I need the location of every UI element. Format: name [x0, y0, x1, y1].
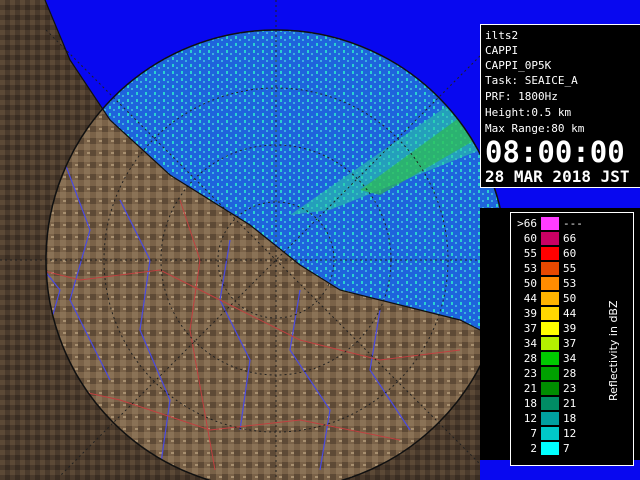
legend-low-value: 60	[523, 232, 537, 245]
legend-swatch	[541, 292, 559, 305]
legend-swatch	[541, 217, 559, 230]
legend-high-value: 66	[563, 232, 577, 245]
legend-high-value: ---	[563, 217, 583, 230]
date-display: 28 MAR 2018 JST	[485, 167, 630, 186]
legend-low-value: 50	[523, 277, 537, 290]
legend-low-value: 18	[523, 397, 537, 410]
range-label: Max Range:80 km	[485, 122, 585, 135]
legend-swatch	[541, 277, 559, 290]
prf-label: PRF: 1800Hz	[485, 90, 558, 103]
legend-swatch	[541, 337, 559, 350]
legend-panel: >66 --- 60 66 55 60 53 55 50 53 44 50 39 44 37 39 34 37 28…	[480, 208, 640, 466]
legend-swatch	[541, 382, 559, 395]
legend-title: Reflectivity in dBZ	[607, 300, 620, 401]
legend-high-value: 55	[563, 262, 577, 275]
legend-swatch	[541, 442, 559, 455]
legend-low-value: 53	[523, 262, 537, 275]
legend-swatch	[541, 262, 559, 275]
legend-swatch	[541, 412, 559, 425]
legend-swatch	[541, 352, 559, 365]
legend-high-value: 12	[563, 427, 577, 440]
legend-low-value: 34	[523, 337, 537, 350]
legend-high-value: 34	[563, 352, 577, 365]
legend-high-value: 7	[563, 442, 570, 455]
legend-low-value: 7	[530, 427, 537, 440]
legend-high-value: 21	[563, 397, 577, 410]
legend-swatch	[541, 322, 559, 335]
product-name: CAPPI	[485, 44, 519, 57]
legend-high-value: 28	[563, 367, 577, 380]
legend-low-value: 28	[523, 352, 537, 365]
legend-swatch	[541, 232, 559, 245]
legend-low-value: 44	[523, 292, 537, 305]
legend-high-value: 37	[563, 337, 577, 350]
product-code: CAPPI_0P5K	[485, 59, 552, 72]
legend-low-value: 21	[523, 382, 537, 395]
info-panel: ilts2 CAPPI CAPPI_0P5K Task: SEAICE_A PR…	[480, 24, 640, 188]
legend-low-value: >66	[517, 217, 537, 230]
legend-low-value: 39	[523, 307, 537, 320]
legend-high-value: 44	[563, 307, 577, 320]
legend-high-value: 50	[563, 292, 577, 305]
legend-low-value: 37	[523, 322, 537, 335]
legend-swatch	[541, 367, 559, 380]
time-display: 08:00:00	[485, 135, 625, 169]
task-label: Task: SEAICE_A	[485, 74, 578, 87]
legend-low-value: 2	[530, 442, 537, 455]
legend-high-value: 18	[563, 412, 577, 425]
legend-high-value: 53	[563, 277, 577, 290]
legend-low-value: 23	[523, 367, 537, 380]
legend-high-value: 23	[563, 382, 577, 395]
color-legend: >66 --- 60 66 55 60 53 55 50 53 44 50 39 44 37 39 34 37 28…	[510, 212, 634, 466]
legend-swatch	[541, 427, 559, 440]
legend-swatch	[541, 397, 559, 410]
legend-low-value: 55	[523, 247, 537, 260]
height-label: Height:0.5 km	[485, 106, 572, 119]
legend-high-value: 39	[563, 322, 577, 335]
legend-high-value: 60	[563, 247, 577, 260]
legend-swatch	[541, 307, 559, 320]
legend-low-value: 12	[523, 412, 537, 425]
legend-swatch	[541, 247, 559, 260]
station-name: ilts2	[485, 29, 519, 42]
